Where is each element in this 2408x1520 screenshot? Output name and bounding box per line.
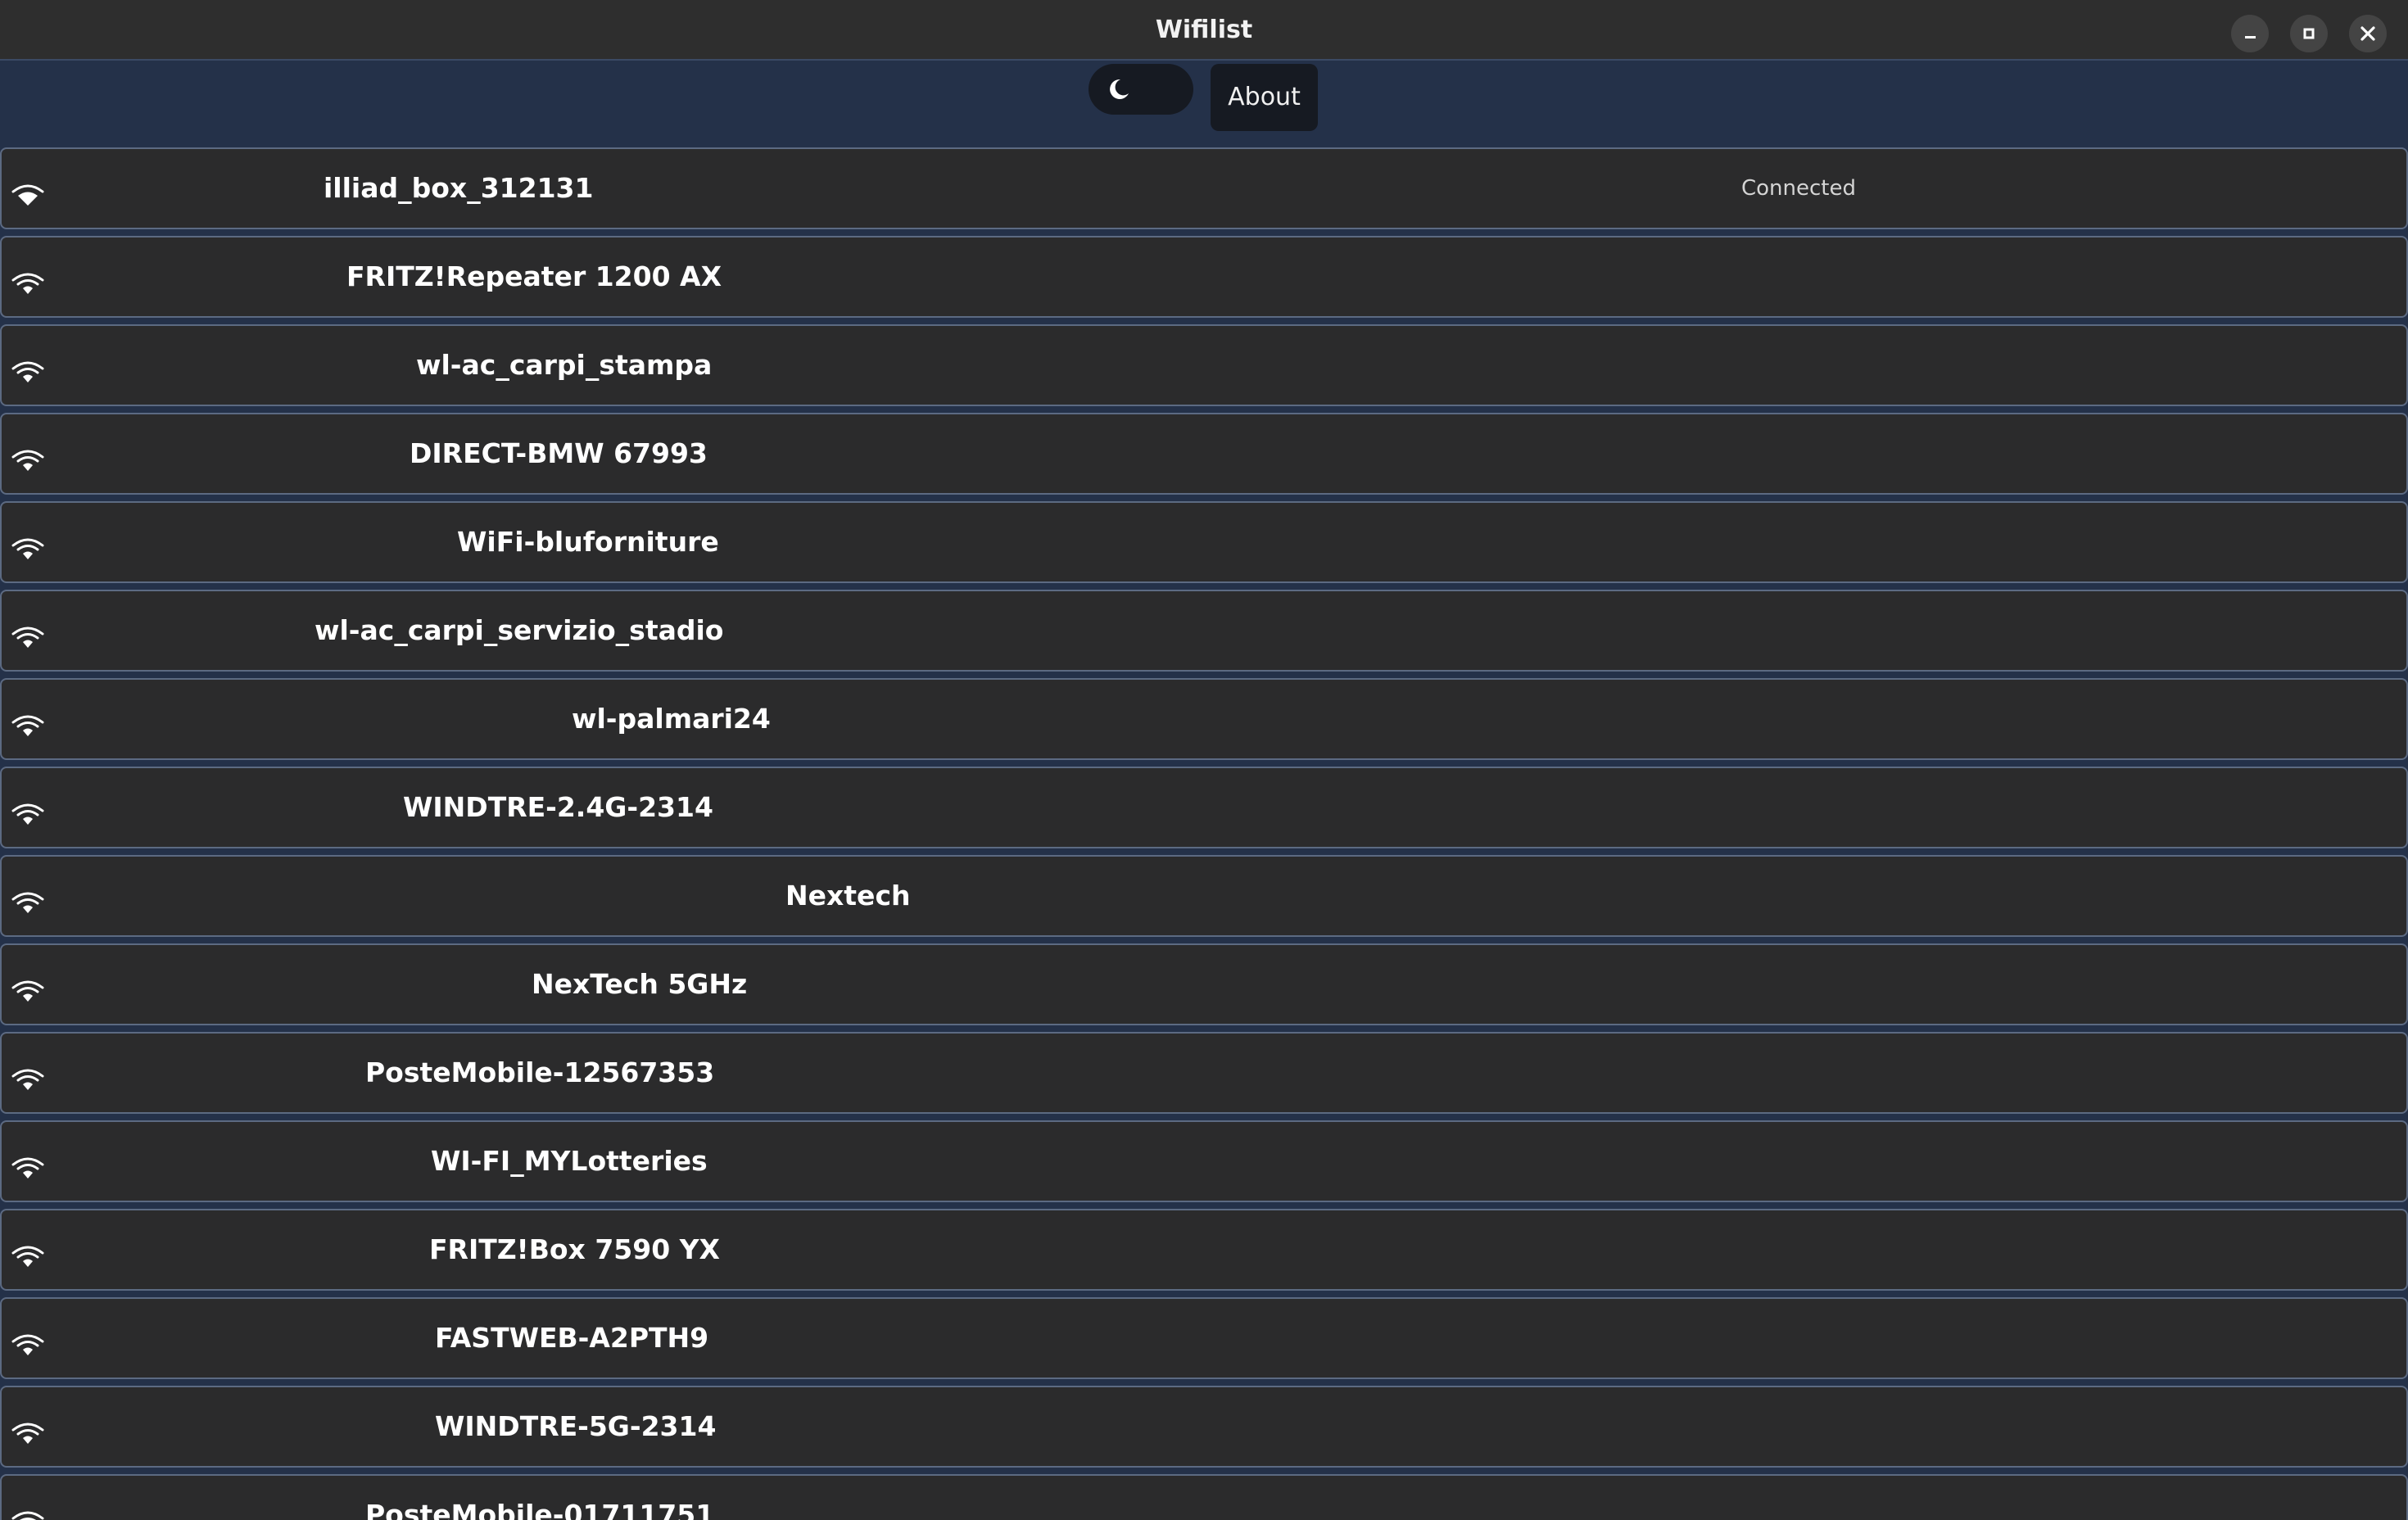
network-row[interactable]: WiFi-bluforniture [0, 501, 2408, 583]
header-bar: About [0, 61, 2408, 147]
network-ssid: Nextech [785, 880, 911, 912]
network-row[interactable]: wl-ac_carpi_servizio_stadio [0, 590, 2408, 672]
network-ssid: PosteMobile-12567353 [365, 1056, 715, 1088]
wifi-signal-icon [11, 538, 44, 559]
network-row[interactable]: PosteMobile-12567353 [0, 1032, 2408, 1114]
connection-status: Connected [1741, 176, 1857, 201]
minimize-button[interactable] [2231, 15, 2269, 52]
network-row[interactable]: NexTech 5GHz [0, 943, 2408, 1025]
network-row[interactable]: FRITZ!Repeater 1200 AX [0, 236, 2408, 318]
wifi-signal-icon [11, 892, 44, 913]
network-ssid: PosteMobile-01711751 [365, 1499, 715, 1520]
network-ssid: wl-ac_carpi_stampa [416, 349, 713, 381]
wifi-signal-icon [11, 1334, 44, 1355]
wifi-signal-icon [11, 361, 44, 382]
network-ssid: FASTWEB-A2PTH9 [435, 1322, 709, 1354]
about-button[interactable]: About [1211, 64, 1318, 131]
wifi-signal-icon [11, 715, 44, 736]
maximize-icon [2303, 28, 2315, 39]
maximize-button[interactable] [2290, 15, 2328, 52]
network-ssid: DIRECT-BMW 67993 [410, 437, 708, 469]
wifi-signal-icon [11, 980, 44, 1002]
app-window: Wifilist About illiad_box_312131 Connecte… [0, 0, 2408, 1520]
network-row[interactable]: PosteMobile-01711751 [0, 1474, 2408, 1520]
title-bar: Wifilist [0, 0, 2408, 61]
wifi-signal-icon [11, 1423, 44, 1444]
theme-toggle[interactable] [1089, 64, 1193, 115]
wifi-signal-icon [11, 450, 44, 471]
network-list: illiad_box_312131 Connected FRITZ!Repeater… [0, 147, 2408, 1520]
network-row[interactable]: wl-ac_carpi_stampa [0, 324, 2408, 406]
wifi-signal-icon [11, 1246, 44, 1267]
wifi-signal-icon [11, 803, 44, 825]
network-row[interactable]: FASTWEB-A2PTH9 [0, 1297, 2408, 1379]
network-row[interactable]: WINDTRE-2.4G-2314 [0, 767, 2408, 848]
network-ssid: NexTech 5GHz [532, 968, 748, 1000]
network-ssid: WINDTRE-5G-2314 [435, 1410, 717, 1442]
network-ssid: WINDTRE-2.4G-2314 [403, 791, 713, 823]
network-row[interactable]: wl-palmari24 [0, 678, 2408, 760]
window-title: Wifilist [1155, 16, 1253, 44]
network-ssid: wl-palmari24 [572, 703, 771, 735]
wifi-signal-icon [11, 1069, 44, 1090]
network-ssid: FRITZ!Repeater 1200 AX [346, 260, 722, 292]
wifi-signal-icon [11, 627, 44, 648]
network-ssid: WiFi-bluforniture [457, 526, 719, 558]
wifi-signal-icon [11, 1157, 44, 1178]
network-ssid: WI-FI_MYLotteries [431, 1145, 708, 1177]
network-row[interactable]: FRITZ!Box 7590 YX [0, 1209, 2408, 1291]
network-row[interactable]: illiad_box_312131 Connected [0, 147, 2408, 229]
network-ssid: illiad_box_312131 [324, 172, 594, 204]
close-button[interactable] [2349, 15, 2387, 52]
wifi-signal-icon [11, 273, 44, 294]
network-row[interactable]: DIRECT-BMW 67993 [0, 413, 2408, 495]
network-row[interactable]: Nextech [0, 855, 2408, 937]
wifi-signal-icon [11, 1511, 44, 1520]
network-row[interactable]: WI-FI_MYLotteries [0, 1120, 2408, 1202]
moon-icon [1110, 79, 1129, 99]
network-ssid: FRITZ!Box 7590 YX [429, 1233, 720, 1265]
network-ssid: wl-ac_carpi_servizio_stadio [315, 614, 724, 646]
minimize-icon [2245, 36, 2256, 38]
wifi-signal-icon [11, 184, 44, 206]
network-row[interactable]: WINDTRE-5G-2314 [0, 1386, 2408, 1468]
close-icon [2360, 26, 2375, 41]
